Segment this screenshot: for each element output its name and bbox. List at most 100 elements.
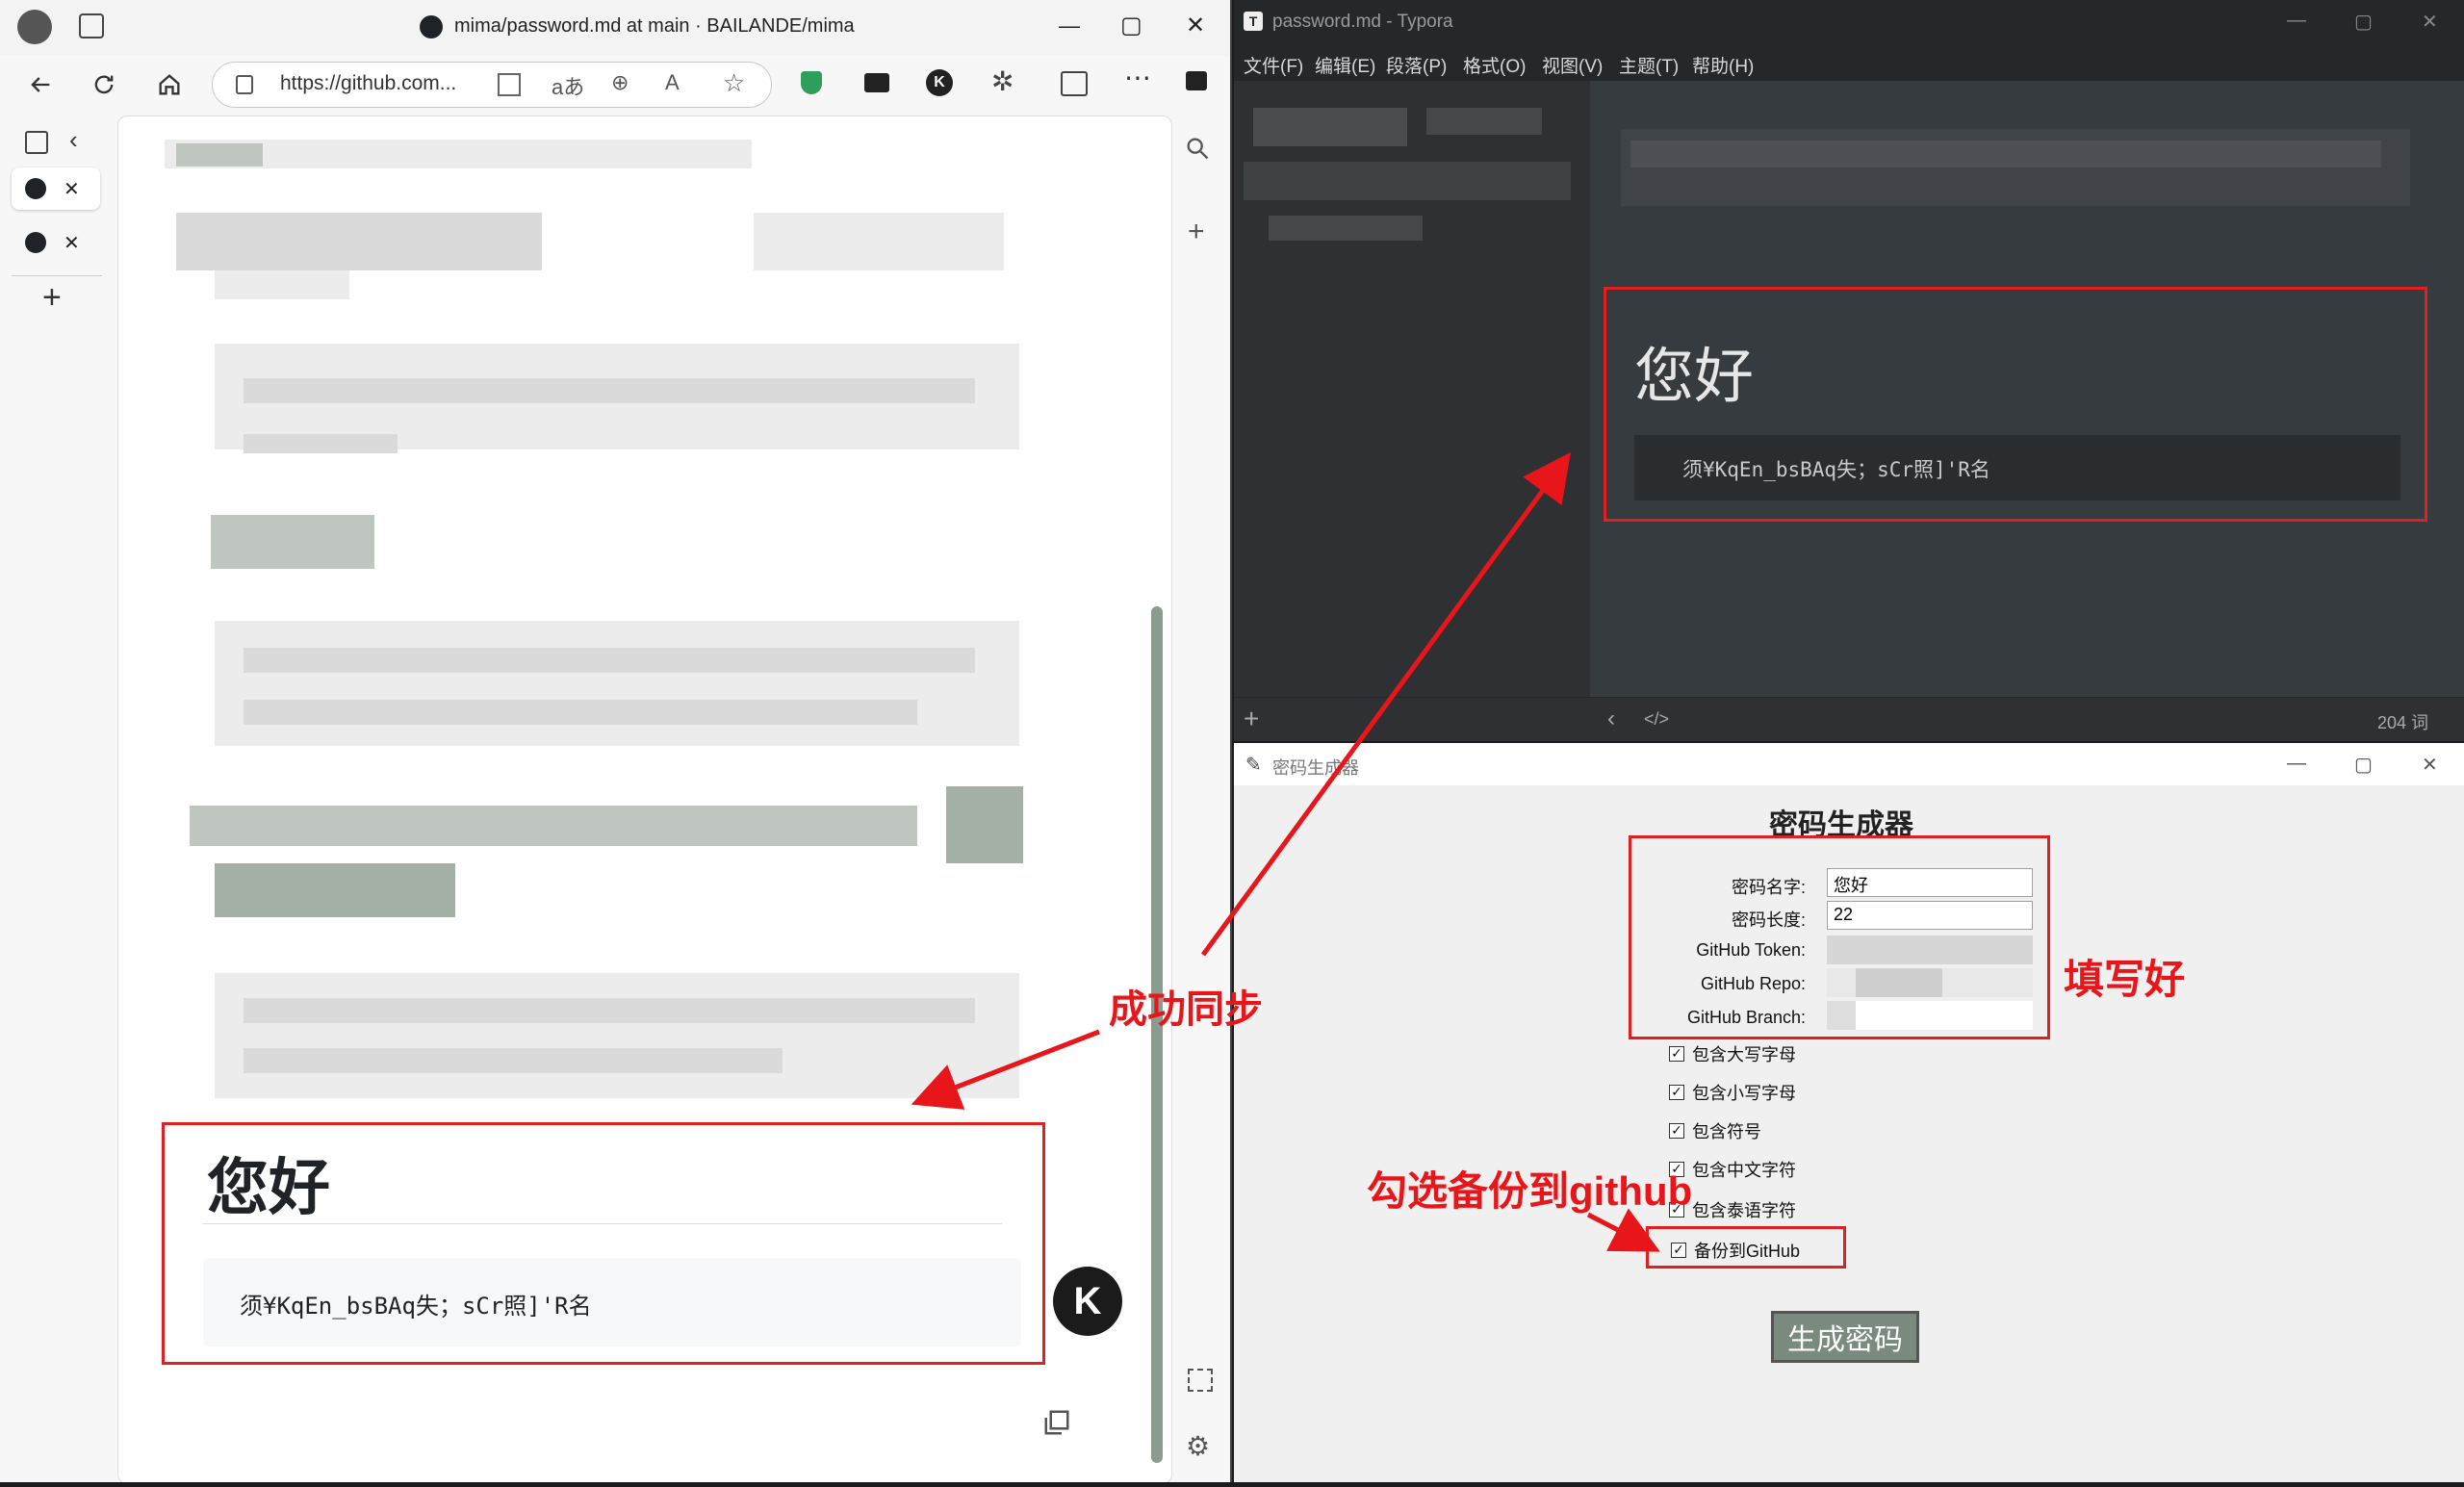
close-tab-icon[interactable]: ✕	[64, 231, 80, 255]
feather-icon: ✎	[1245, 755, 1262, 776]
blurred-text	[215, 270, 349, 299]
typora-code-block: 须¥KqEn_bsBAq失；sCr照]'R名	[1634, 435, 2400, 500]
search-icon[interactable]	[1184, 135, 1211, 162]
blurred-text	[176, 143, 263, 167]
blurred-text	[244, 378, 975, 403]
checkbox-box[interactable]: ✓	[1669, 1046, 1684, 1062]
typora-titlebar: T password.md - Typora — ▢ ✕	[1234, 0, 2464, 44]
lock-icon	[236, 75, 253, 94]
menu-format[interactable]: 格式(O)	[1463, 52, 1526, 78]
generator-window-title: 密码生成器	[1272, 758, 1359, 778]
refresh-button[interactable]	[85, 65, 123, 104]
blurred-text	[407, 213, 542, 270]
close-button[interactable]: ✕	[2422, 10, 2438, 34]
checkbox-label: 包含符号	[1692, 1122, 1761, 1141]
heading-rule	[203, 1223, 1002, 1224]
vertical-tabs-sidebar: ‹ ✕ ✕ +	[0, 115, 116, 1482]
add-file-button[interactable]: +	[1244, 704, 1259, 734]
settings-gear-icon[interactable]: ⚙	[1186, 1430, 1210, 1462]
menu-paragraph[interactable]: 段落(P)	[1386, 52, 1447, 78]
address-bar[interactable]: https://github.com... aあ ⊕ A ☆	[212, 62, 772, 108]
blurred-text	[244, 434, 398, 453]
edge-right-sidebar: + ⚙	[1176, 115, 1230, 1482]
source-code-toggle-icon[interactable]: </>	[1644, 709, 1669, 730]
checkbox-box[interactable]: ✓	[1669, 1085, 1684, 1100]
blurred-text	[946, 786, 1023, 863]
scrollbar-thumb[interactable]	[1151, 606, 1163, 1463]
blurred-text	[215, 621, 1019, 746]
menu-edit[interactable]: 编辑(E)	[1315, 52, 1375, 78]
read-aloud-icon[interactable]: aあ	[552, 70, 584, 101]
minimize-button[interactable]: —	[2287, 753, 2306, 775]
typora-file-sidebar	[1234, 81, 1590, 697]
sidebar-tab-1[interactable]: ✕	[12, 167, 100, 210]
add-sidebar-app-icon[interactable]: +	[1188, 216, 1205, 248]
close-button[interactable]: ✕	[1186, 12, 1205, 39]
checkbox-label: 包含中文字符	[1692, 1161, 1796, 1180]
checkbox-lowercase[interactable]: ✓ 包含小写字母	[1669, 1080, 1796, 1105]
close-button[interactable]: ✕	[2422, 753, 2438, 777]
text-size-icon[interactable]: A	[665, 70, 680, 95]
tab-panel-icon[interactable]	[25, 131, 48, 154]
k-extension-icon[interactable]: K	[926, 69, 953, 96]
blurred-text	[215, 973, 1019, 1098]
maximize-button[interactable]: ▢	[1120, 12, 1142, 39]
generate-password-button[interactable]: 生成密码	[1771, 1311, 1919, 1363]
workspaces-icon[interactable]	[79, 13, 104, 38]
typora-window-title: password.md - Typora	[1272, 12, 1453, 32]
puzzle-extensions-icon[interactable]: ✲	[991, 65, 1014, 97]
password-generator-window: ✎ 密码生成器 — ▢ ✕ 密码生成器 密码名字: 您好 密码长度: 22 Gi…	[1234, 743, 2464, 1482]
menu-view[interactable]: 视图(V)	[1542, 52, 1603, 78]
blurred-text	[215, 863, 455, 917]
copy-icon[interactable]	[1042, 1408, 1071, 1437]
menu-help[interactable]: 帮助(H)	[1692, 52, 1754, 78]
chevron-left-icon[interactable]: ‹	[1607, 705, 1615, 732]
new-tab-button[interactable]: +	[42, 279, 62, 317]
maximize-button[interactable]: ▢	[2354, 10, 2373, 34]
split-screen-icon[interactable]	[1061, 71, 1088, 96]
blurred-text	[244, 648, 975, 673]
word-count[interactable]: 204 词	[2377, 709, 2428, 734]
annotation-sync: 成功同步	[1109, 988, 1263, 1031]
sidebar-tab-2[interactable]: ✕	[12, 221, 100, 264]
close-tab-icon[interactable]: ✕	[64, 177, 80, 201]
checkbox-label: 包含小写字母	[1692, 1084, 1796, 1103]
back-arrow-icon	[31, 77, 50, 92]
minimize-button[interactable]: —	[1059, 13, 1080, 38]
checkbox-label: 包含大写字母	[1692, 1045, 1796, 1064]
screenshot-icon[interactable]	[1188, 1369, 1213, 1392]
browser-window: mima/password.md at main · BAILANDE/mima…	[0, 0, 1232, 1482]
tab-title[interactable]: mima/password.md at main · BAILANDE/mima	[454, 15, 855, 38]
menu-theme[interactable]: 主题(T)	[1619, 52, 1679, 78]
checkbox-uppercase[interactable]: ✓ 包含大写字母	[1669, 1041, 1796, 1066]
sidebar-toggle-icon[interactable]	[1186, 71, 1207, 90]
typora-app-icon: T	[1244, 12, 1263, 31]
k-floating-button[interactable]: K	[1053, 1267, 1122, 1336]
refresh-icon	[94, 75, 114, 94]
menu-file[interactable]: 文件(F)	[1244, 52, 1303, 78]
more-menu-icon[interactable]: ⋯	[1124, 62, 1151, 93]
favorite-star-icon[interactable]: ☆	[723, 68, 745, 98]
minimize-button[interactable]: —	[2287, 10, 2306, 32]
blurred-text	[190, 806, 917, 846]
blurred-text	[244, 998, 975, 1023]
markdown-heading: 您好	[207, 1153, 330, 1222]
shield-extension-icon[interactable]	[801, 71, 822, 94]
back-button[interactable]	[21, 65, 60, 104]
extension-icon[interactable]	[864, 73, 889, 92]
profile-avatar[interactable]	[17, 10, 52, 44]
sidebar-divider	[12, 275, 102, 276]
app-icon[interactable]	[498, 73, 521, 96]
maximize-button[interactable]: ▢	[2354, 753, 2373, 777]
collapse-chevron-icon[interactable]: ‹	[69, 125, 78, 155]
checkbox-symbols[interactable]: ✓ 包含符号	[1669, 1118, 1761, 1143]
browser-toolbar: https://github.com... aあ ⊕ A ☆ K ✲ ⋯	[0, 56, 1230, 115]
checkbox-box[interactable]: ✓	[1669, 1123, 1684, 1139]
home-button[interactable]	[150, 65, 189, 104]
zoom-icon[interactable]: ⊕	[611, 70, 629, 95]
blurred-text	[176, 213, 407, 270]
checkbox-label: 包含泰语字符	[1692, 1201, 1796, 1220]
blurred-text	[754, 213, 1004, 270]
address-text[interactable]: https://github.com...	[280, 72, 456, 95]
blurred-text	[244, 1048, 783, 1073]
